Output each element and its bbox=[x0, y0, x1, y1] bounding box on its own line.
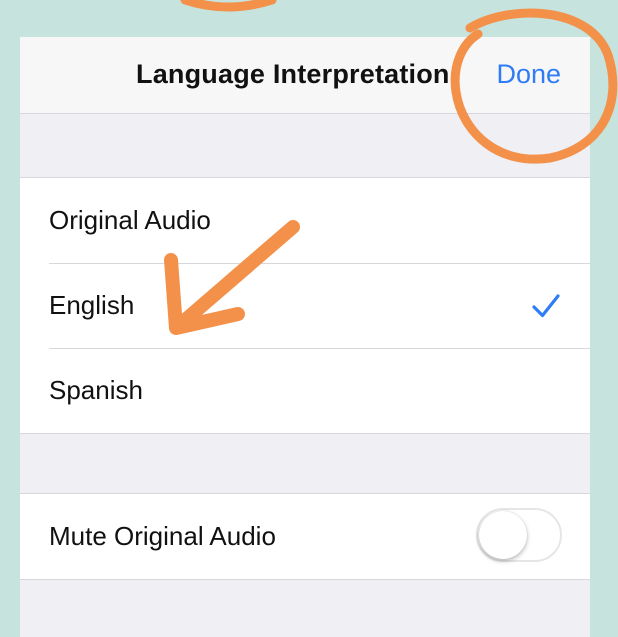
done-button[interactable]: Done bbox=[496, 59, 561, 90]
mute-original-audio-label: Mute Original Audio bbox=[49, 521, 276, 551]
list-item-label: English bbox=[49, 290, 135, 320]
list-item-label: Spanish bbox=[49, 375, 143, 405]
mute-section: Mute Original Audio bbox=[20, 493, 590, 580]
mute-original-audio-toggle[interactable] bbox=[476, 508, 562, 562]
list-item-english[interactable]: English bbox=[20, 263, 590, 348]
toggle-knob bbox=[479, 511, 527, 559]
page-title: Language Interpretation bbox=[136, 59, 450, 89]
checkmark-icon bbox=[532, 294, 560, 318]
list-item-original-audio[interactable]: Original Audio bbox=[20, 178, 590, 263]
language-list: Original Audio English Spanish bbox=[20, 177, 590, 434]
list-item-spanish[interactable]: Spanish bbox=[20, 348, 590, 433]
navigation-bar: Language Interpretation Done bbox=[20, 37, 590, 114]
top-arc-annotation bbox=[180, 0, 277, 12]
list-item-label: Original Audio bbox=[49, 205, 211, 235]
mute-original-audio-row: Mute Original Audio bbox=[20, 494, 590, 579]
settings-sheet: Language Interpretation Done Original Au… bbox=[20, 37, 590, 637]
